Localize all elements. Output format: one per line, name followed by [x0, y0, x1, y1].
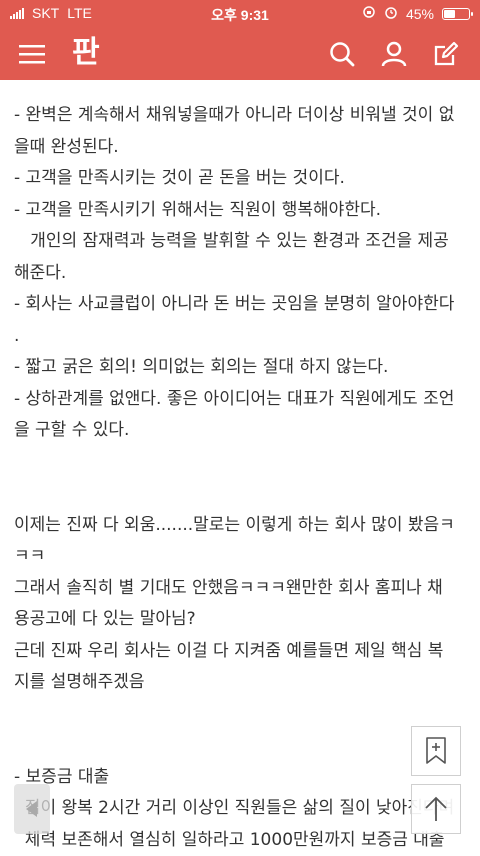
article-line: 체력 보존해서 열심히 일하라고 1000만원까지 보증금 대출: [14, 825, 470, 856]
article-line: 해준다.: [14, 258, 470, 290]
blank-line: [14, 478, 470, 510]
orientation-lock-icon: [362, 5, 376, 22]
article-line: 지를 설명해주겠음: [14, 667, 470, 699]
search-icon[interactable]: [326, 38, 358, 70]
article-line: 을 구할 수 있다.: [14, 415, 470, 447]
battery-percent: 45%: [406, 6, 434, 22]
article-line: - 회사는 사교클럽이 아니라 돈 버는 곳임을 분명히 알아야한다: [14, 289, 470, 321]
article-body: - 완벽은 계속해서 채워넣을때가 아니라 더이상 비워낼 것이 없 을때 완성…: [14, 100, 470, 856]
battery-icon: [442, 8, 470, 20]
back-button[interactable]: [14, 784, 50, 834]
scroll-top-button[interactable]: [411, 784, 461, 834]
status-bar: SKT LTE 오후 9:31 45%: [0, 0, 480, 28]
pann-logo[interactable]: 판: [72, 36, 100, 70]
article-line: - 보증금 대출: [14, 762, 470, 794]
article-line: .: [14, 321, 470, 353]
arrow-left-icon: [24, 800, 40, 818]
blank-line: [14, 447, 470, 479]
bookmark-add-icon: [425, 736, 447, 766]
article-line: ㅋㅋ: [14, 541, 470, 573]
user-icon[interactable]: [378, 38, 410, 70]
alarm-icon: [384, 5, 398, 22]
article-line: 개인의 잠재력과 능력을 발휘할 수 있는 환경과 조건을 제공: [14, 226, 470, 258]
article-line: - 고객을 만족시키기 위해서는 직원이 행복해야한다.: [14, 195, 470, 227]
write-icon[interactable]: [430, 38, 462, 70]
article-line: - 고객을 만족시키는 것이 곧 돈을 버는 것이다.: [14, 163, 470, 195]
article-line: 그래서 솔직히 별 기대도 안했음ㅋㅋㅋ왠만한 회사 홈피나 채: [14, 573, 470, 605]
menu-icon[interactable]: [16, 38, 48, 70]
article-line: 용공고에 다 있는 말아님?: [14, 604, 470, 636]
article-line: - 완벽은 계속해서 채워넣을때가 아니라 더이상 비워낼 것이 없: [14, 100, 470, 132]
blank-line: [14, 730, 470, 762]
article-line: 을때 완성된다.: [14, 132, 470, 164]
article-line: 이제는 진짜 다 외움.......말로는 이렇게 하는 회사 많이 봤음ㅋ: [14, 510, 470, 542]
article-line: - 상하관계를 없앤다. 좋은 아이디어는 대표가 직원에게도 조언: [14, 384, 470, 416]
arrow-up-icon: [423, 795, 449, 823]
blank-line: [14, 699, 470, 731]
article-line: - 짧고 굵은 회의! 의미없는 회의는 절대 하지 않는다.: [14, 352, 470, 384]
article-line: 근데 진짜 우리 회사는 이걸 다 지켜줌 예를들면 제일 핵심 복: [14, 636, 470, 668]
article-line: 집이 왕복 2시간 거리 이상인 직원들은 삶의 질이 낮아진다며: [14, 793, 470, 825]
bookmark-button[interactable]: [411, 726, 461, 776]
